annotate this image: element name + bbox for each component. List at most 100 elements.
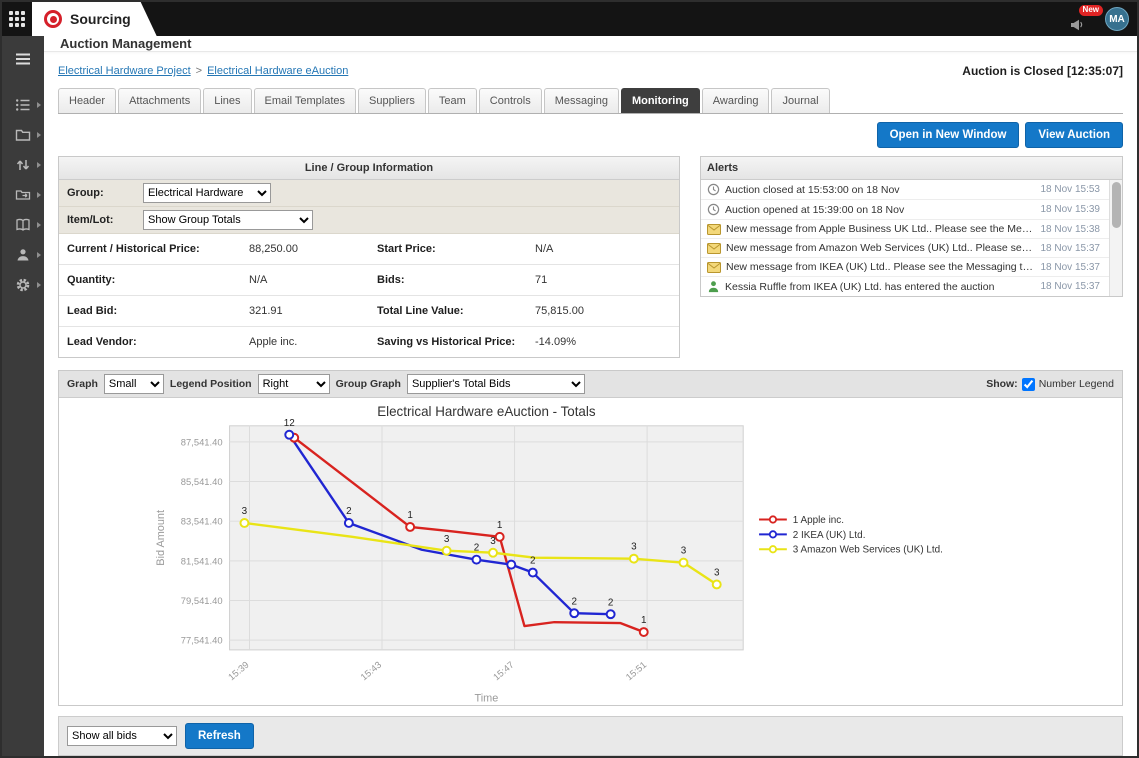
- tab-journal[interactable]: Journal: [771, 88, 830, 113]
- envelope-icon: [707, 223, 721, 235]
- alert-text: Kessia Ruffle from IKEA (UK) Ltd. has en…: [725, 280, 995, 293]
- tab-team[interactable]: Team: [427, 88, 477, 113]
- svg-text:15:39: 15:39: [226, 659, 251, 683]
- info-label: Lead Bid:: [67, 305, 118, 317]
- alert-row[interactable]: New message from Amazon Web Services (UK…: [701, 239, 1122, 258]
- graph-size-select[interactable]: Small: [103, 374, 164, 394]
- breadcrumb-auction-link[interactable]: Electrical Hardware eAuction: [207, 65, 348, 77]
- flyout-arrow-icon: [37, 132, 41, 138]
- new-badge: New: [1078, 5, 1103, 16]
- legend-position-select[interactable]: Right: [257, 374, 330, 394]
- user-enter-icon: [707, 280, 720, 293]
- open-in-new-window-button[interactable]: Open in New Window: [876, 122, 1020, 148]
- info-value: 71: [535, 274, 548, 286]
- alerts-panel: Alerts Auction closed at 15:53:00 on 18 …: [700, 156, 1123, 297]
- tab-bar: Header Attachments Lines Email Templates Sup…: [58, 88, 1123, 114]
- main-area: Auction Management Electrical Hardware P…: [44, 36, 1137, 756]
- svg-text:3: 3: [242, 506, 248, 517]
- page-title: Auction Management: [44, 36, 1137, 52]
- svg-text:1: 1: [641, 615, 647, 626]
- info-value: N/A: [535, 243, 554, 255]
- group-graph-select[interactable]: Supplier's Total Bids: [406, 374, 585, 394]
- show-options: Show: Number Legend: [986, 377, 1114, 391]
- svg-text:3: 3: [681, 546, 687, 557]
- flyout-arrow-icon: [37, 102, 41, 108]
- breadcrumb-project-link[interactable]: Electrical Hardware Project: [58, 65, 191, 77]
- app-window: Sourcing New MA Auction Management Elect…: [0, 0, 1139, 758]
- content: Electrical Hardware Project > Electrical…: [44, 52, 1137, 756]
- info-row: Current / Historical Price: 88,250.00 Star…: [59, 234, 679, 265]
- announcements-button[interactable]: New: [1069, 5, 1103, 32]
- info-value: -14.09%: [535, 336, 576, 348]
- svg-text:Time: Time: [474, 692, 498, 704]
- item-lot-row: Item/Lot: Show Group Totals: [59, 207, 679, 234]
- app-grid-icon[interactable]: [2, 2, 32, 36]
- svg-text:Electrical Hardware eAuction -: Electrical Hardware eAuction - Totals: [377, 404, 596, 419]
- group-label: Group:: [67, 187, 104, 199]
- scrollbar-thumb[interactable]: [1111, 182, 1121, 228]
- svg-text:15:51: 15:51: [623, 659, 648, 683]
- tab-awarding[interactable]: Awarding: [701, 88, 770, 113]
- user-avatar[interactable]: MA: [1105, 7, 1129, 31]
- tab-messaging[interactable]: Messaging: [543, 88, 619, 113]
- user-icon[interactable]: [2, 240, 44, 270]
- settings-gear-icon[interactable]: [2, 270, 44, 300]
- svg-text:2: 2: [530, 556, 536, 567]
- tab-monitoring[interactable]: Monitoring: [620, 88, 700, 113]
- alert-text: New message from Apple Business UK Ltd..…: [726, 223, 1036, 235]
- breadcrumb: Electrical Hardware Project > Electrical…: [58, 65, 348, 77]
- svg-text:77,541.40: 77,541.40: [181, 635, 223, 646]
- alert-row[interactable]: Auction closed at 15:53:00 on 18 Nov 18 N…: [701, 180, 1122, 200]
- alert-text: New message from Amazon Web Services (UK…: [726, 242, 1036, 254]
- tab-lines[interactable]: Lines: [203, 88, 252, 113]
- tab-header[interactable]: Header: [58, 88, 117, 113]
- alerts-title: Alerts: [701, 157, 1122, 180]
- tab-email-templates[interactable]: Email Templates: [253, 88, 357, 113]
- clock-icon: [707, 183, 720, 196]
- item-lot-select[interactable]: Show Group Totals: [143, 210, 313, 230]
- svg-text:15:47: 15:47: [491, 659, 516, 683]
- tab-controls[interactable]: Controls: [478, 88, 542, 113]
- brand-tab: Sourcing: [32, 2, 157, 36]
- alert-text: Auction closed at 15:53:00 on 18 Nov: [725, 183, 900, 196]
- alerts-body: Auction closed at 15:53:00 on 18 Nov 18 N…: [701, 180, 1122, 296]
- info-value: Apple inc.: [249, 336, 298, 348]
- alert-row[interactable]: Auction opened at 15:39:00 on 18 Nov 18 N…: [701, 200, 1122, 220]
- flyout-arrow-icon: [37, 252, 41, 258]
- tab-suppliers[interactable]: Suppliers: [358, 88, 426, 113]
- alert-time: 18 Nov 15:37: [1040, 261, 1101, 273]
- app-body: Auction Management Electrical Hardware P…: [2, 36, 1137, 756]
- number-legend-checkbox[interactable]: [1021, 377, 1035, 391]
- svg-text:3 Amazon Web Services (UK) Ltd: 3 Amazon Web Services (UK) Ltd.: [793, 545, 943, 556]
- alerts-scrollbar[interactable]: [1109, 180, 1122, 296]
- svg-text:3: 3: [631, 542, 637, 553]
- svg-text:85,541.40: 85,541.40: [181, 476, 223, 487]
- hamburger-menu-icon[interactable]: [2, 44, 44, 74]
- legend-position-label: Legend Position: [169, 378, 252, 390]
- topbar: Sourcing New MA: [2, 2, 1137, 36]
- svg-text:1: 1: [407, 510, 413, 521]
- transfer-arrows-icon[interactable]: [2, 150, 44, 180]
- info-value: 321.91: [249, 305, 283, 317]
- graph-controls: Graph Small Legend Position Right Group …: [59, 371, 1122, 398]
- group-graph-label: Group Graph: [335, 378, 401, 390]
- grid-dots: [9, 11, 25, 27]
- bid-filter-select[interactable]: Show all bids: [67, 726, 177, 747]
- folder-icon[interactable]: [2, 120, 44, 150]
- svg-text:2: 2: [346, 506, 352, 517]
- auction-status: Auction is Closed [12:35:07]: [962, 64, 1123, 78]
- sidebar: [2, 36, 44, 756]
- info-label: Bids:: [377, 274, 405, 286]
- alert-row[interactable]: New message from Apple Business UK Ltd..…: [701, 220, 1122, 239]
- list-icon[interactable]: [2, 90, 44, 120]
- folder-export-icon[interactable]: [2, 180, 44, 210]
- contacts-book-icon[interactable]: [2, 210, 44, 240]
- view-auction-button[interactable]: View Auction: [1025, 122, 1123, 148]
- alert-row[interactable]: Kessia Ruffle from IKEA (UK) Ltd. has en…: [701, 277, 1122, 296]
- alert-row[interactable]: New message from IKEA (UK) Ltd.. Please …: [701, 258, 1122, 277]
- graph-panel: Graph Small Legend Position Right Group …: [58, 370, 1123, 707]
- refresh-button[interactable]: Refresh: [185, 723, 254, 750]
- tab-attachments[interactable]: Attachments: [118, 88, 202, 113]
- group-select[interactable]: Electrical Hardware: [143, 183, 271, 203]
- graph-size-label: Graph: [67, 378, 98, 390]
